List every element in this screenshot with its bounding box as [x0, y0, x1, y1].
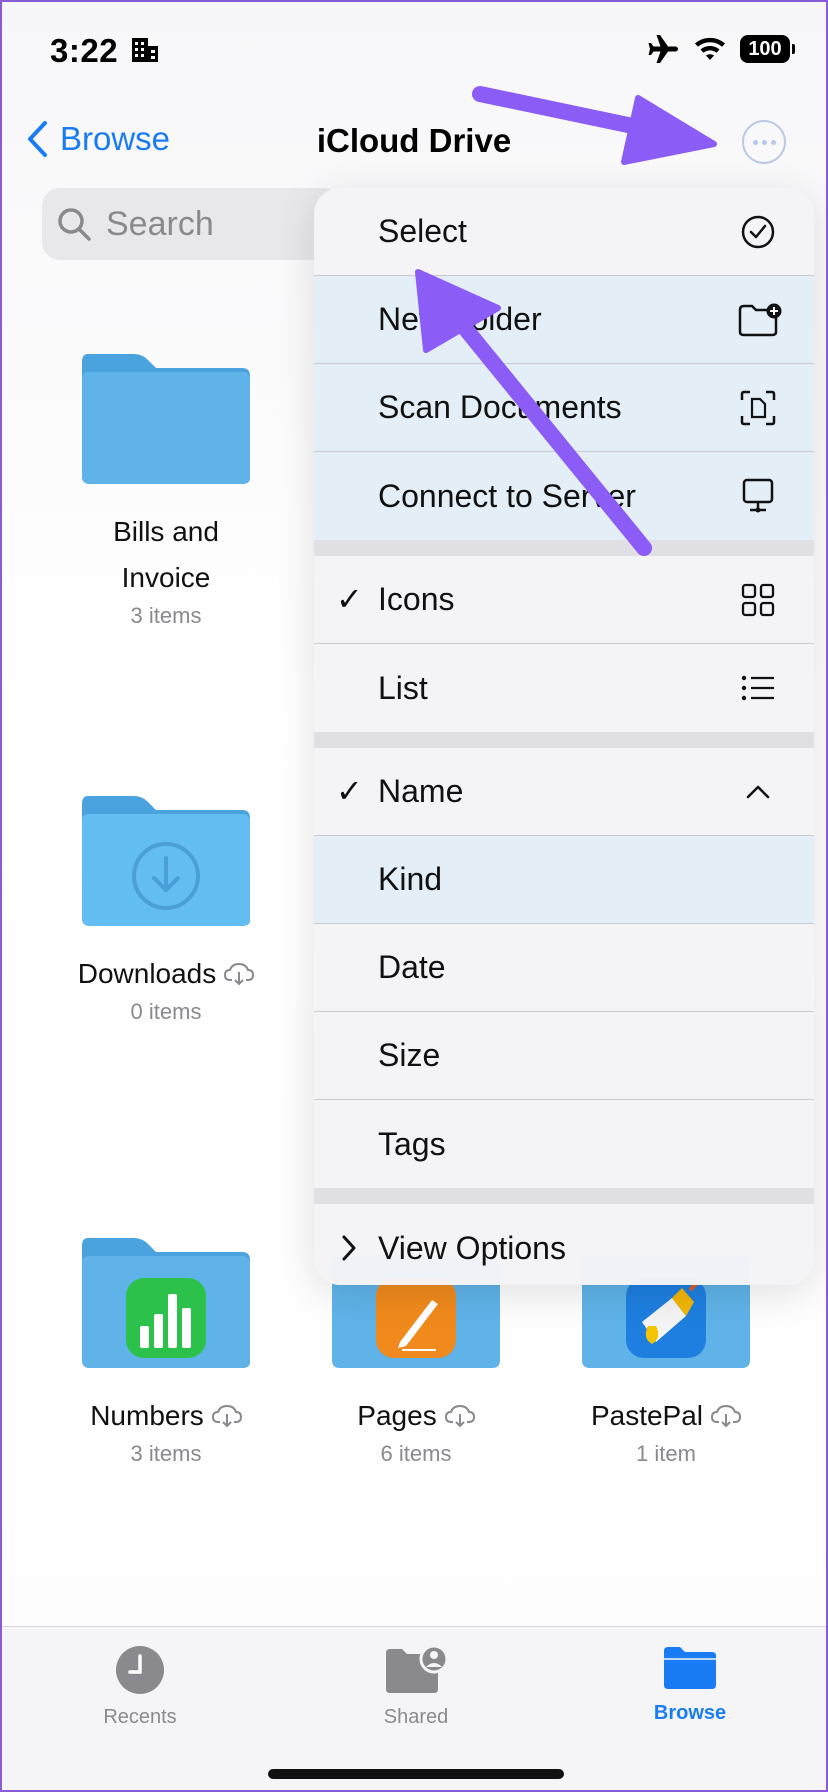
folder-add-icon — [738, 303, 782, 337]
folder-item-count: 6 items — [380, 1441, 452, 1466]
navigation-bar: Browse iCloud Drive — [2, 102, 826, 182]
server-display-icon — [742, 478, 774, 513]
grid-view-icon — [741, 583, 775, 617]
folder-icon — [82, 1238, 250, 1368]
dot-icon — [761, 139, 767, 145]
folder-item-count: 0 items — [130, 999, 202, 1024]
menu-item-sort-date[interactable]: Date — [314, 924, 814, 1012]
cloud-download-icon — [711, 1404, 742, 1428]
clock-icon — [116, 1646, 164, 1694]
folder-icon — [82, 796, 250, 926]
scan-document-icon — [740, 390, 776, 426]
more-options-button[interactable] — [742, 120, 786, 164]
folder-item-count: 1 item — [636, 1441, 696, 1466]
page-title: iCloud Drive — [316, 122, 512, 159]
chevron-up-icon — [746, 785, 770, 799]
airplane-icon — [648, 35, 678, 63]
folder-downloads[interactable]: Downloads 0 items — [56, 796, 276, 1025]
search-field[interactable]: Search — [42, 188, 342, 260]
building-icon — [132, 38, 158, 62]
tab-shared[interactable]: Shared — [336, 1644, 496, 1729]
menu-item-sort-tags[interactable]: Tags — [314, 1100, 814, 1188]
shared-folder-icon — [386, 1644, 449, 1693]
dot-icon — [752, 139, 758, 145]
search-placeholder: Search — [106, 204, 214, 243]
checkmark-circle-icon — [741, 215, 775, 249]
more-options-menu: Select New Folder Scan Documents Connect… — [314, 188, 814, 1285]
menu-item-sort-size[interactable]: Size — [314, 1012, 814, 1100]
status-bar: 3:22 100 — [2, 2, 826, 102]
dot-icon — [770, 139, 776, 145]
cloud-download-icon — [224, 962, 255, 986]
cloud-download-icon — [444, 1404, 475, 1428]
cloud-download-icon — [211, 1404, 242, 1428]
list-view-icon — [741, 675, 774, 701]
folder-item-count: 3 items — [130, 1441, 202, 1466]
home-indicator[interactable] — [268, 1769, 564, 1779]
tab-bar: Recents Shared Browse — [2, 1626, 826, 1790]
tab-recents[interactable]: Recents — [60, 1645, 220, 1729]
folder-label: Bills and Invoice — [113, 516, 219, 593]
folder-bills-and-invoice[interactable]: Bills and Invoice 3 items — [56, 354, 276, 629]
menu-separator — [314, 540, 814, 556]
folder-label: Numbers — [56, 1393, 276, 1439]
menu-item-icons[interactable]: ✓ Icons — [314, 556, 814, 644]
menu-item-sort-name[interactable]: ✓ Name — [314, 748, 814, 836]
folder-label: Downloads — [56, 951, 276, 997]
menu-item-sort-kind[interactable]: Kind — [314, 836, 814, 924]
menu-item-connect-to-server[interactable]: Connect to Server — [314, 452, 814, 540]
menu-item-list[interactable]: List — [314, 644, 814, 732]
checkmark-icon: ✓ — [336, 773, 363, 809]
checkmark-icon: ✓ — [336, 581, 363, 617]
folder-item-count: 3 items — [130, 603, 202, 628]
menu-separator — [314, 732, 814, 748]
folder-icon — [664, 1647, 716, 1689]
menu-item-new-folder[interactable]: New Folder — [314, 276, 814, 364]
battery-indicator: 100 — [740, 35, 795, 63]
folder-icon — [82, 354, 250, 484]
menu-item-select[interactable]: Select — [314, 188, 814, 276]
folder-label: Pages — [306, 1393, 526, 1439]
tab-browse[interactable]: Browse — [610, 1645, 770, 1725]
search-icon — [58, 208, 91, 241]
menu-separator — [314, 1188, 814, 1204]
status-time: 3:22 — [50, 32, 119, 69]
wifi-icon — [695, 37, 725, 60]
menu-item-scan-documents[interactable]: Scan Documents — [314, 364, 814, 452]
menu-item-view-options[interactable]: View Options — [314, 1204, 814, 1285]
screen: 3:22 100 Browse iCloud Drive Search Bill… — [0, 0, 828, 1792]
chevron-right-icon — [342, 1235, 356, 1261]
folder-label: PastePal — [556, 1393, 776, 1439]
folder-numbers[interactable]: Numbers 3 items — [56, 1238, 276, 1467]
